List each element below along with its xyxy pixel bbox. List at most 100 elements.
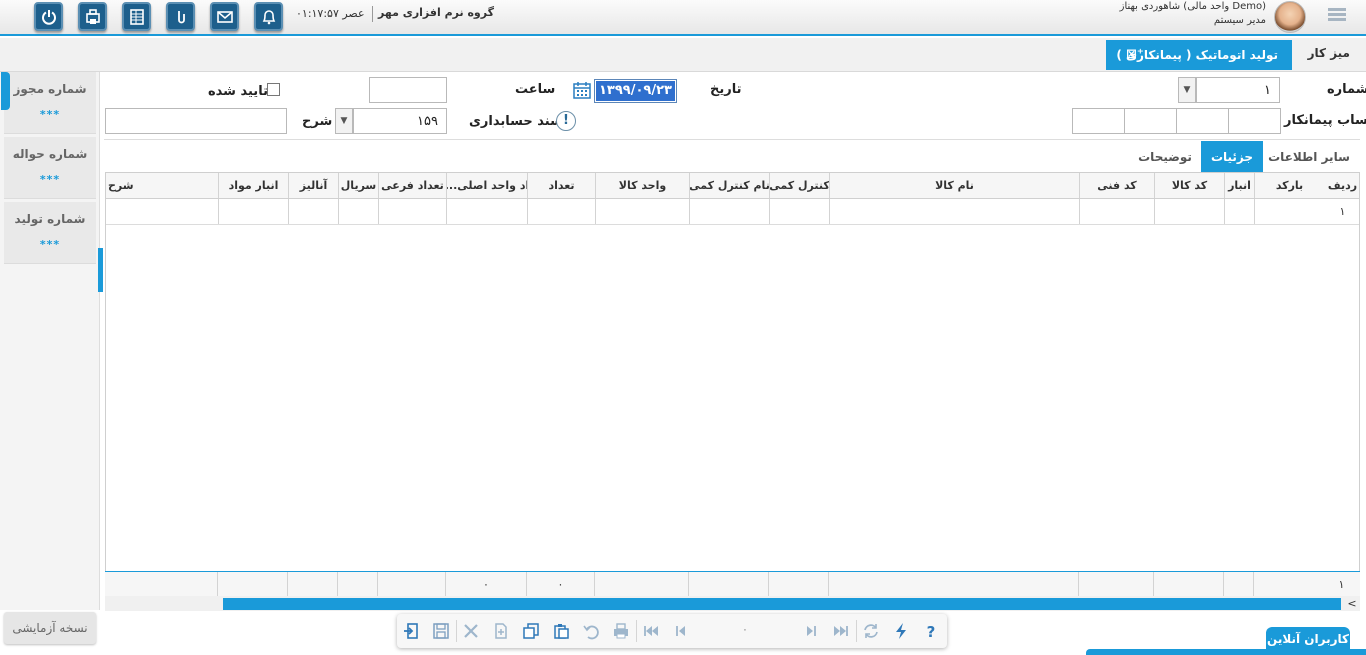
copy-icon[interactable] [519, 619, 543, 643]
cell-row-number[interactable]: ۱ [1324, 199, 1361, 224]
attachment-icon[interactable] [166, 2, 195, 31]
cell-item-code[interactable] [1154, 199, 1224, 224]
date-field[interactable]: ۱۳۹۹/۰۹/۲۳ [594, 79, 677, 103]
cell-technical-code[interactable] [1079, 199, 1154, 224]
footer-cell [287, 572, 337, 596]
description-code-field[interactable]: ۱۵۹ [353, 108, 447, 134]
cell-warehouse[interactable] [1224, 199, 1254, 224]
cell-qc-name[interactable] [689, 199, 769, 224]
col-qc-name[interactable]: نام کنترل کمی [689, 173, 769, 198]
tab-desk[interactable]: میز کار [1308, 46, 1350, 60]
footer-main-unit-sum: ۰ [445, 572, 526, 596]
col-row[interactable]: ردیف [1324, 173, 1361, 198]
contractor-account-field-3[interactable] [1124, 108, 1177, 134]
permit-number-block: شماره مجوز *** [4, 72, 96, 134]
tab-auto-production[interactable]: ⊠⁺ تولید اتوماتیک ( پیمانکاری ) [1106, 40, 1292, 70]
info-icon[interactable]: ! [556, 111, 576, 131]
col-description[interactable]: شرح [106, 173, 218, 198]
calendar-icon[interactable] [572, 80, 592, 100]
production-number-block: شماره تولید *** [4, 202, 96, 264]
contractor-account-field-2[interactable] [1176, 108, 1229, 134]
company-name: گروه نرم افزاری مهر [378, 6, 495, 19]
col-item-name[interactable]: نام کالا [829, 173, 1079, 198]
tab-details[interactable]: جزئیات [1201, 141, 1263, 172]
contractor-account-field-1[interactable] [1228, 108, 1281, 134]
number-dropdown[interactable]: ▼ [1178, 77, 1196, 103]
power-icon[interactable] [34, 2, 63, 31]
table-row[interactable]: ۱ [106, 199, 1359, 225]
quick-action-icon[interactable] [889, 619, 913, 643]
description-label: شرح [302, 114, 333, 129]
footer-cell [337, 572, 377, 596]
time-label: ساعت [515, 82, 556, 97]
previous-record-icon[interactable] [669, 619, 693, 643]
col-sub-quantity[interactable]: تعداد فرعی [378, 173, 446, 198]
description-field[interactable] [105, 108, 287, 134]
bell-icon[interactable] [254, 2, 283, 31]
cell-description[interactable] [106, 199, 218, 224]
footer-cell [1153, 572, 1223, 596]
scroll-thumb[interactable] [223, 598, 1341, 610]
contractor-account-field-4[interactable] [1072, 108, 1125, 134]
cell-qc[interactable] [769, 199, 829, 224]
save-icon[interactable] [429, 619, 453, 643]
cell-main-unit-qty[interactable] [446, 199, 527, 224]
cell-sub-quantity[interactable] [378, 199, 446, 224]
col-technical-code[interactable]: کد فنی [1079, 173, 1154, 198]
new-icon[interactable] [489, 619, 513, 643]
col-warehouse[interactable]: انبار [1224, 173, 1254, 198]
cell-analysis[interactable] [288, 199, 338, 224]
col-serial[interactable]: سریال [338, 173, 378, 198]
print-icon[interactable] [609, 619, 633, 643]
close-tab-icon[interactable]: ⊠⁺ [1126, 47, 1144, 62]
col-qc[interactable]: کنترل کمی [769, 173, 829, 198]
cell-unit[interactable] [595, 199, 689, 224]
sidebar-splitter[interactable] [98, 248, 103, 292]
print-queue-icon[interactable] [78, 2, 107, 31]
col-main-unit-qty[interactable]: ...اد واحد اصلی [446, 173, 527, 198]
approved-label: تایید شده [208, 84, 268, 99]
paste-icon[interactable] [549, 619, 573, 643]
cell-barcode[interactable] [1254, 199, 1324, 224]
col-barcode[interactable]: بارکد [1254, 173, 1324, 198]
col-unit[interactable]: واحد کالا [595, 173, 689, 198]
number-label: شماره [1327, 82, 1366, 97]
exit-icon[interactable] [399, 619, 423, 643]
cell-item-name[interactable] [829, 199, 1079, 224]
approved-checkbox[interactable] [267, 83, 280, 96]
footer-cell [688, 572, 768, 596]
undo-icon[interactable] [579, 619, 603, 643]
spreadsheet-icon[interactable] [122, 2, 151, 31]
transfer-number-value: *** [39, 173, 61, 186]
help-icon[interactable]: ? [919, 619, 943, 643]
cell-material-warehouse[interactable] [218, 199, 288, 224]
refresh-icon[interactable] [859, 619, 883, 643]
tab-notes[interactable]: توضیحات [1134, 141, 1196, 172]
online-users-button[interactable]: کاربران آنلاین [1266, 627, 1350, 651]
cell-serial[interactable] [338, 199, 378, 224]
scroll-left-icon[interactable]: < [1345, 596, 1359, 611]
footer-cell [377, 572, 445, 596]
record-counter: ۰ [742, 623, 748, 636]
col-item-code[interactable]: کد کالا [1154, 173, 1224, 198]
mail-icon[interactable] [210, 2, 239, 31]
horizontal-scrollbar[interactable]: < [105, 596, 1360, 611]
first-record-icon[interactable] [639, 619, 663, 643]
col-quantity[interactable]: تعداد [527, 173, 595, 198]
top-bar: ۰۱:۱۷:۵۷ عصر گروه نرم افزاری مهر شاهوردی… [0, 0, 1366, 36]
sidebar-handle[interactable] [1, 72, 10, 110]
avatar[interactable] [1274, 1, 1306, 33]
col-analysis[interactable]: آنالیز [288, 173, 338, 198]
delete-icon[interactable] [459, 619, 483, 643]
production-number-label: شماره تولید [14, 212, 86, 226]
description-dropdown[interactable]: ▼ [335, 108, 353, 134]
items-grid: ردیف بارکد انبار کد کالا کد فنی نام کالا… [105, 172, 1360, 572]
last-record-icon[interactable] [829, 619, 853, 643]
cell-quantity[interactable] [527, 199, 595, 224]
next-record-icon[interactable] [799, 619, 823, 643]
col-material-warehouse[interactable]: انبار مواد [218, 173, 288, 198]
tab-other-info[interactable]: سایر اطلاعات [1267, 141, 1351, 172]
menu-icon[interactable] [1328, 8, 1346, 22]
number-field[interactable]: ۱ [1196, 77, 1280, 103]
time-field[interactable] [369, 77, 447, 103]
